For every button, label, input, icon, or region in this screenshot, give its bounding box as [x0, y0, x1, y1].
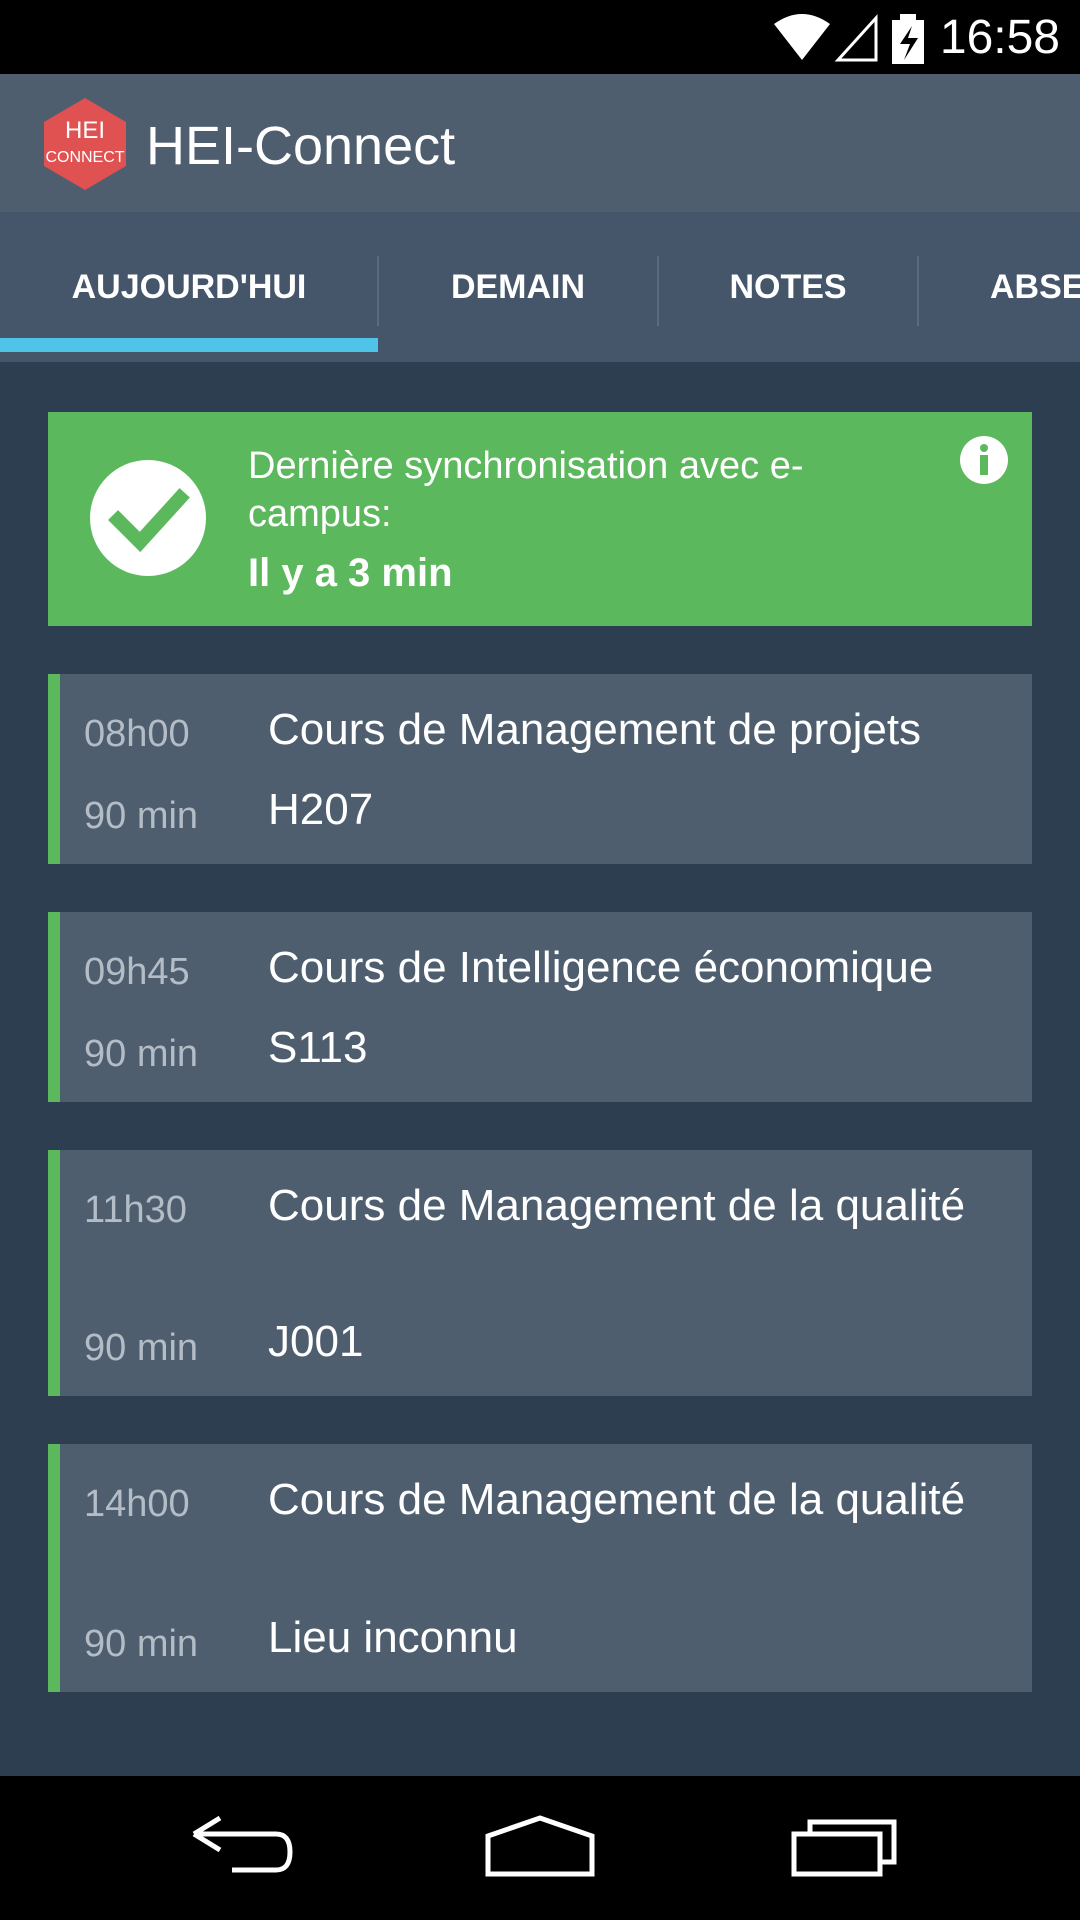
sync-label: Dernière synchronisation avec e-campus:: [248, 445, 804, 535]
tab-divider: [917, 256, 919, 326]
course-time: 14h00: [84, 1483, 190, 1525]
tab-notes[interactable]: NOTES: [658, 212, 918, 362]
course-card[interactable]: 11h30 Cours de Management de la qualité …: [48, 1150, 1032, 1396]
home-icon[interactable]: [480, 1812, 600, 1882]
wifi-icon: [774, 14, 830, 60]
course-card[interactable]: 09h45 Cours de Intelligence économique 9…: [48, 912, 1032, 1102]
check-circle-icon: [90, 460, 206, 576]
course-title: Cours de Intelligence économique: [268, 943, 934, 992]
course-time: 11h30: [84, 1189, 187, 1231]
course-time: 08h00: [84, 713, 190, 755]
tab-absences[interactable]: ABSE: [990, 212, 1080, 362]
tab-bar: AUJOURD'HUI DEMAIN NOTES ABSE: [0, 212, 1080, 362]
status-time: 16:58: [939, 11, 1060, 64]
status-bar: 16:58: [0, 0, 1080, 74]
course-card[interactable]: 08h00 Cours de Management de projets 90 …: [48, 674, 1032, 864]
tab-selected-indicator: [0, 338, 378, 352]
tab-demain[interactable]: DEMAIN: [378, 212, 658, 362]
info-icon[interactable]: [960, 436, 1008, 484]
signal-icon: [834, 14, 878, 62]
sync-status: Il y a 3 min: [248, 551, 453, 595]
back-icon[interactable]: [180, 1812, 300, 1882]
status-icons: [772, 10, 932, 64]
battery-icon: [892, 14, 924, 64]
course-room: H207: [268, 785, 374, 834]
app-logo-icon: HEI CONNECT: [42, 96, 128, 192]
sync-text: Dernière synchronisation avec e-campus: …: [248, 442, 898, 598]
course-card[interactable]: 14h00 Cours de Management de la qualité …: [48, 1444, 1032, 1692]
logo-text-connect: CONNECT: [45, 149, 124, 166]
sync-status-card: Dernière synchronisation avec e-campus: …: [48, 412, 1032, 626]
course-duration: 90 min: [84, 795, 199, 837]
course-room: J001: [268, 1317, 364, 1366]
course-room: S113: [268, 1023, 368, 1072]
course-title: Cours de Management de projets: [268, 705, 922, 754]
course-room: Lieu inconnu: [268, 1613, 518, 1662]
recents-icon[interactable]: [780, 1812, 900, 1882]
logo-text-hei: HEI: [65, 117, 105, 144]
app-title: HEI-Connect: [146, 116, 456, 176]
app-bar: HEI CONNECT HEI-Connect: [0, 74, 1080, 212]
course-duration: 90 min: [84, 1033, 199, 1075]
course-title: Cours de Management de la qualité: [268, 1181, 966, 1230]
course-duration: 90 min: [84, 1327, 199, 1369]
course-time: 09h45: [84, 951, 190, 993]
navigation-bar: [0, 1776, 1080, 1920]
course-duration: 90 min: [84, 1623, 199, 1665]
course-title: Cours de Management de la qualité: [268, 1475, 966, 1524]
